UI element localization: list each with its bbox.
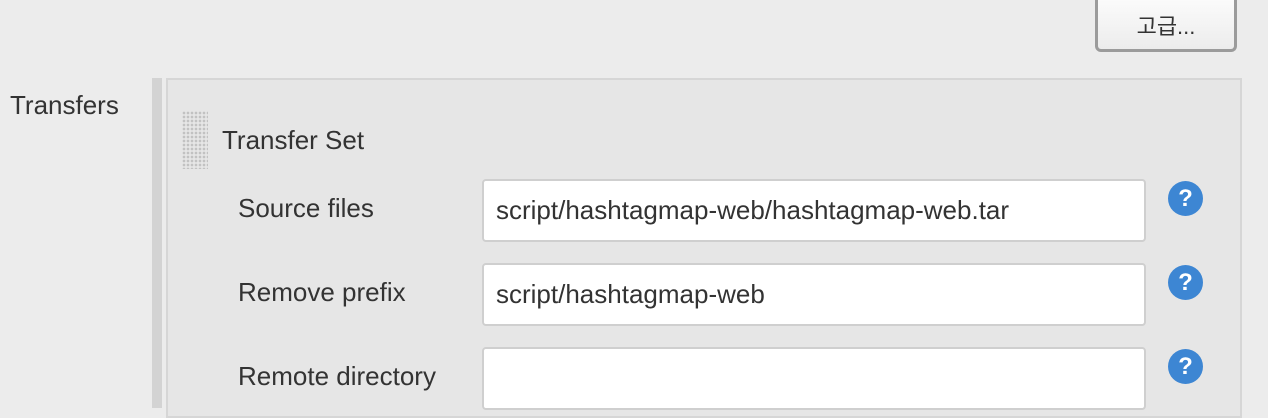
transfers-label: Transfers	[10, 90, 119, 120]
transfer-set-title: Transfer Set	[222, 125, 365, 155]
source-files-label: Source files	[238, 193, 374, 223]
help-question-icon[interactable]: ?	[1168, 265, 1203, 300]
section-left-bar	[152, 78, 162, 408]
help-question-icon[interactable]: ?	[1168, 181, 1203, 216]
remote-directory-input[interactable]	[482, 347, 1146, 410]
remove-prefix-input[interactable]	[482, 263, 1146, 326]
remote-directory-label: Remote directory	[238, 361, 436, 391]
source-files-input[interactable]	[482, 179, 1146, 242]
advanced-button[interactable]: 고급...	[1095, 0, 1237, 52]
remove-prefix-label: Remove prefix	[238, 277, 406, 307]
help-question-icon[interactable]: ?	[1168, 349, 1203, 384]
drag-handle-icon[interactable]	[182, 111, 208, 169]
